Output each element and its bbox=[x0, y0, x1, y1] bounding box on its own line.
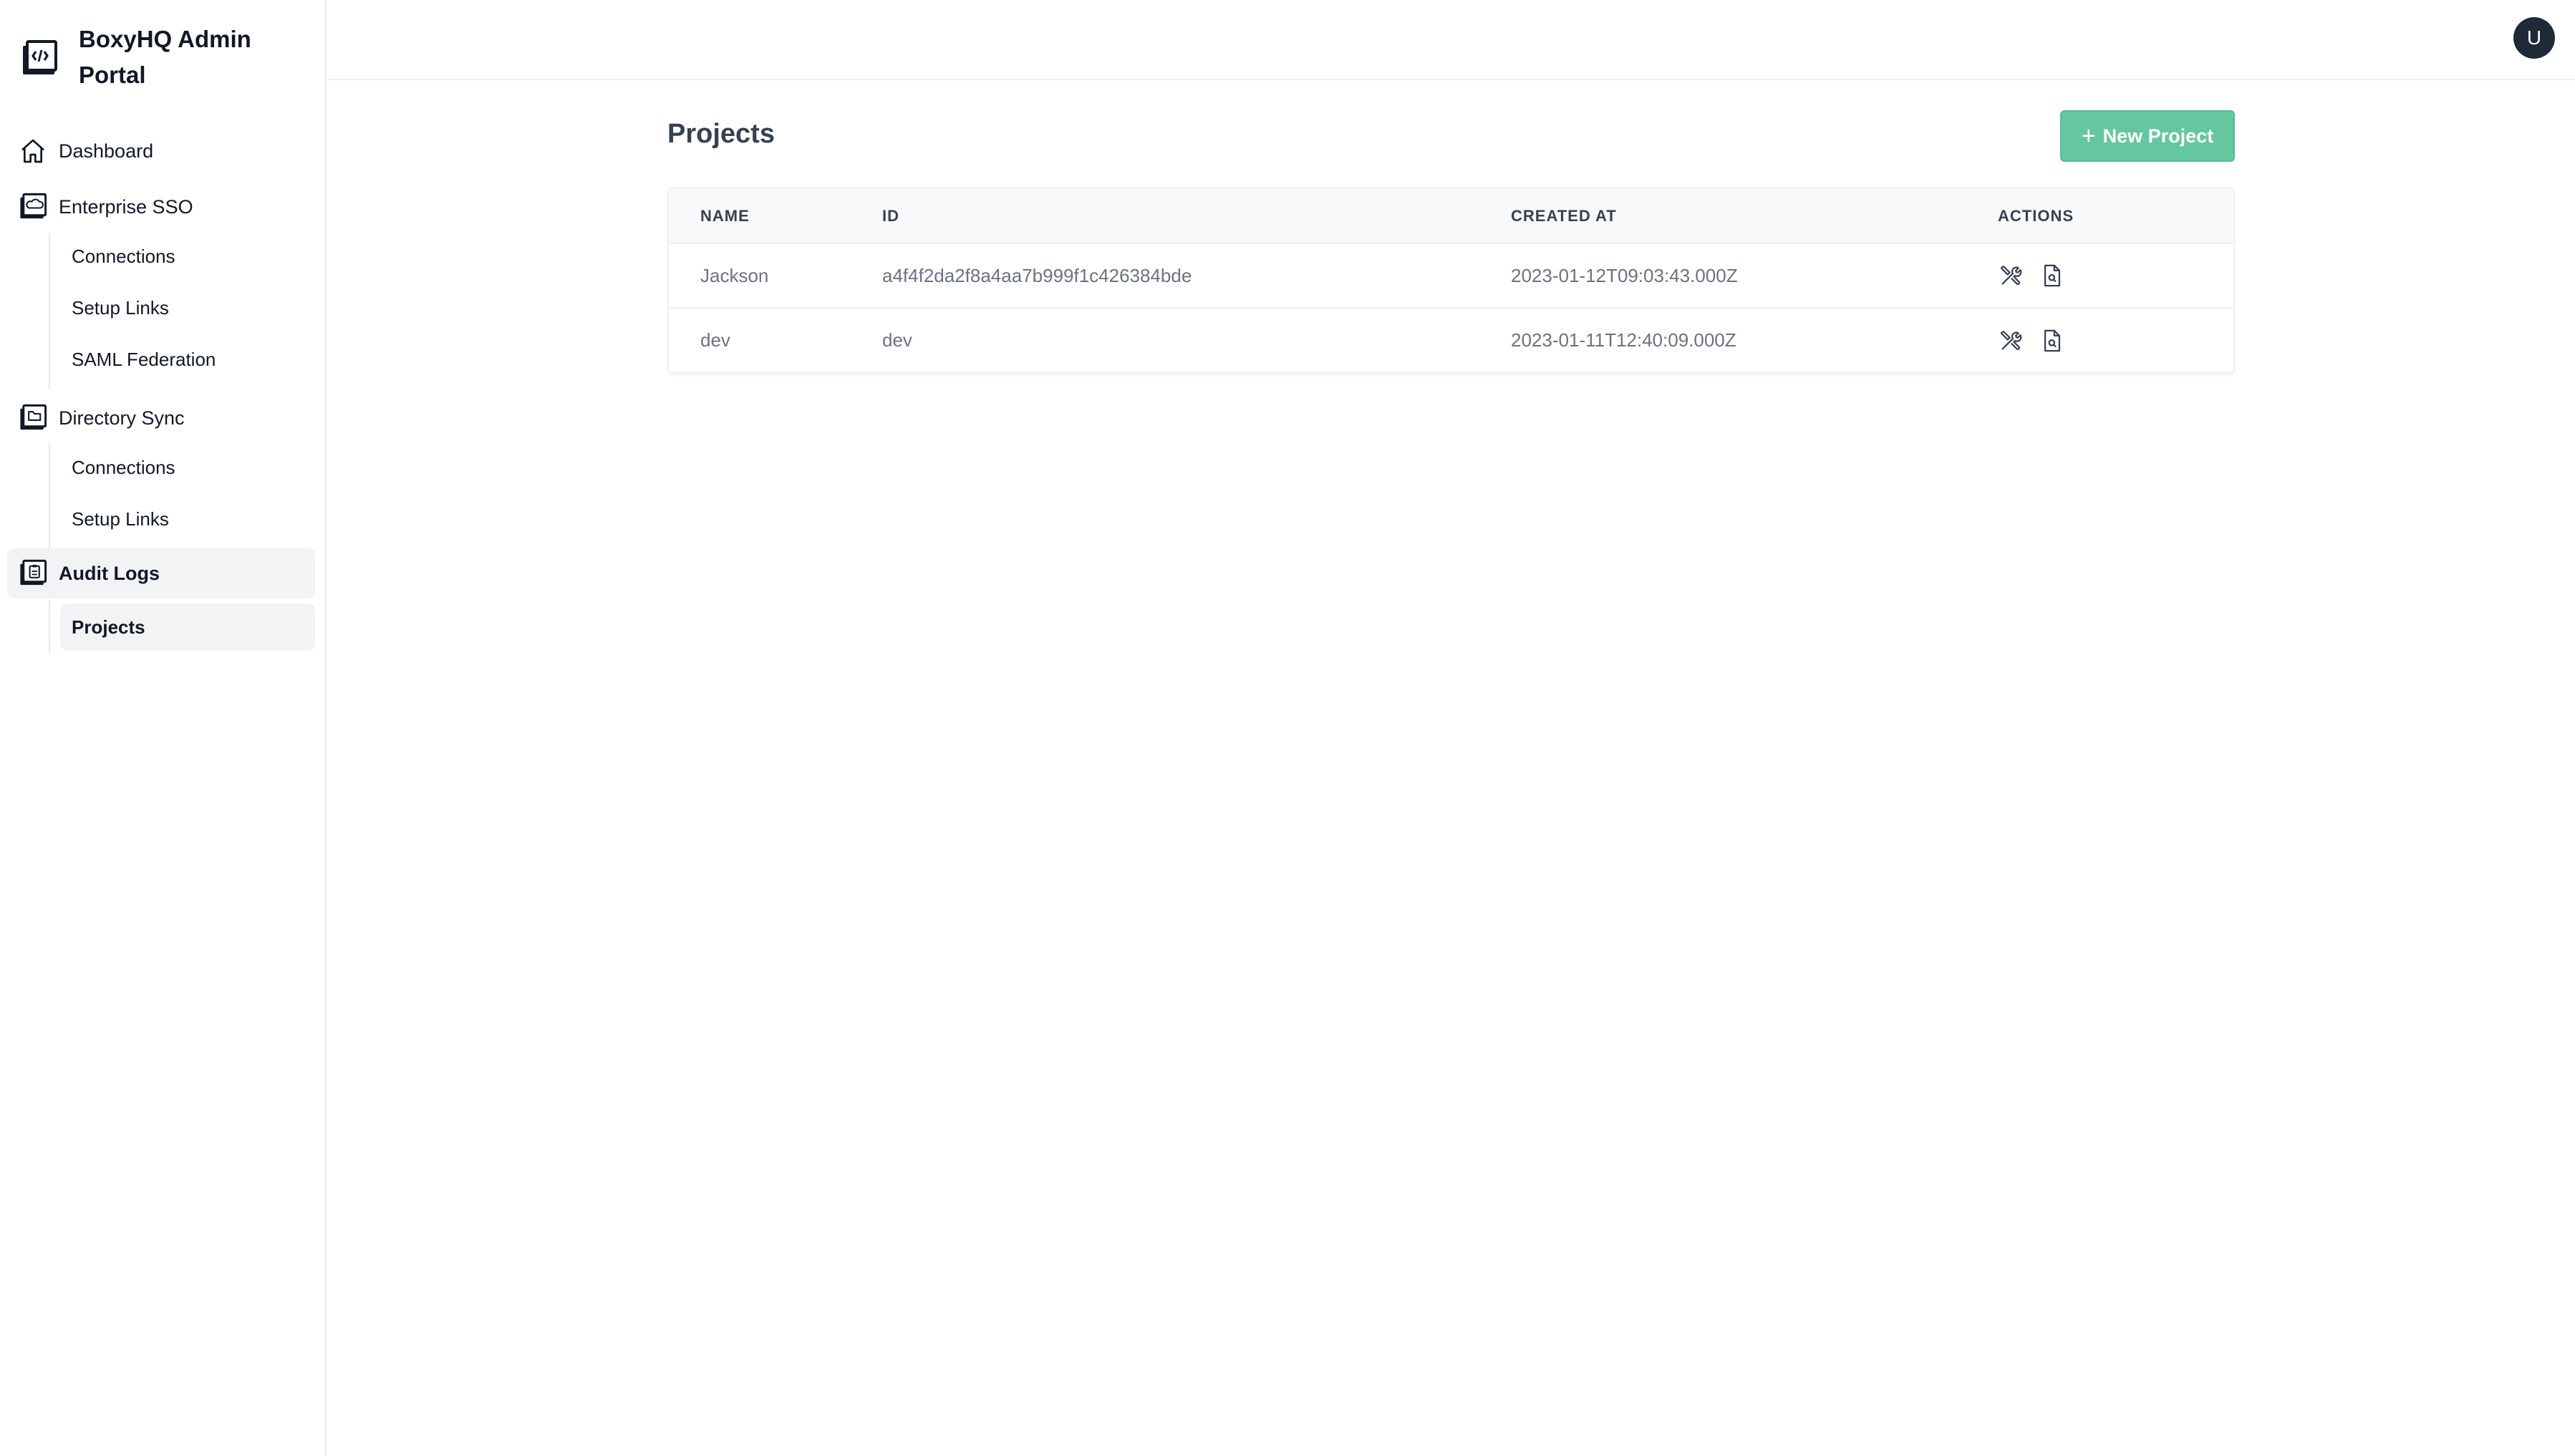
new-project-button[interactable]: + New Project bbox=[2060, 110, 2235, 162]
sidebar-item-dsync-connections[interactable]: Connections bbox=[60, 444, 315, 491]
sidebar-item-sso-connections[interactable]: Connections bbox=[60, 233, 315, 280]
document-search-icon[interactable] bbox=[2039, 328, 2065, 354]
folder-box-icon bbox=[17, 402, 49, 434]
sidebar-item-directory-sync[interactable]: Directory Sync bbox=[7, 393, 315, 443]
sidebar: BoxyHQ Admin Portal Dashboard Enterprise… bbox=[0, 0, 327, 1456]
sidebar-subitem-label: Projects bbox=[72, 616, 145, 638]
user-avatar[interactable]: U bbox=[2513, 17, 2555, 59]
sidebar-subnav-line bbox=[49, 600, 50, 653]
plus-icon: + bbox=[2081, 122, 2096, 150]
sidebar-subitem-label: Connections bbox=[72, 245, 175, 267]
projects-table: NAME ID CREATED AT ACTIONS Jackson a4f4f… bbox=[667, 188, 2235, 374]
sidebar-item-dashboard[interactable]: Dashboard bbox=[7, 126, 315, 176]
sidebar-item-dsync-setup-links[interactable]: Setup Links bbox=[60, 495, 315, 543]
sidebar-item-label: Directory Sync bbox=[59, 407, 185, 429]
new-project-label: New Project bbox=[2102, 125, 2214, 147]
brand[interactable]: BoxyHQ Admin Portal bbox=[17, 21, 294, 93]
column-header-created-at: CREATED AT bbox=[1511, 206, 1617, 225]
cell-id: dev bbox=[882, 329, 912, 351]
cell-name: Jackson bbox=[700, 264, 769, 286]
column-header-actions: ACTIONS bbox=[1998, 206, 2074, 225]
sidebar-subitem-label: Connections bbox=[72, 456, 175, 478]
sidebar-subitem-label: Setup Links bbox=[72, 296, 169, 319]
tools-icon[interactable] bbox=[1998, 263, 2024, 288]
cell-created-at: 2023-01-12T09:03:43.000Z bbox=[1511, 264, 1738, 286]
sidebar-item-label: Dashboard bbox=[59, 140, 154, 162]
sidebar-subnav-line bbox=[49, 444, 50, 548]
sidebar-item-projects[interactable]: Projects bbox=[60, 603, 315, 651]
sidebar-item-audit-logs[interactable]: Audit Logs bbox=[7, 548, 315, 598]
home-icon bbox=[17, 135, 49, 167]
brand-title: BoxyHQ Admin Portal bbox=[79, 26, 251, 88]
page-title: Projects bbox=[667, 119, 775, 149]
top-bar: U bbox=[328, 0, 2575, 80]
cell-created-at: 2023-01-11T12:40:09.000Z bbox=[1511, 329, 1736, 351]
tools-icon[interactable] bbox=[1998, 328, 2024, 354]
cell-actions bbox=[1998, 243, 2233, 308]
sidebar-subitem-label: SAML Federation bbox=[72, 348, 216, 370]
clipboard-box-icon bbox=[17, 558, 49, 589]
table-row: dev dev 2023-01-11T12:40:09.000Z bbox=[669, 308, 2233, 372]
column-header-id: ID bbox=[882, 206, 899, 225]
sidebar-subnav-line bbox=[49, 233, 50, 389]
code-box-icon bbox=[17, 37, 60, 80]
column-header-name: NAME bbox=[700, 206, 750, 225]
table-row: Jackson a4f4f2da2f8a4aa7b999f1c426384bde… bbox=[669, 243, 2233, 308]
table-header-row: NAME ID CREATED AT ACTIONS bbox=[669, 189, 2233, 243]
sidebar-item-sso-setup-links[interactable]: Setup Links bbox=[60, 284, 315, 331]
sidebar-item-label: Audit Logs bbox=[59, 562, 160, 584]
cloud-box-icon bbox=[17, 191, 49, 223]
sidebar-subitem-label: Setup Links bbox=[72, 508, 169, 530]
sidebar-item-enterprise-sso[interactable]: Enterprise SSO bbox=[7, 182, 315, 232]
cell-name: dev bbox=[700, 329, 730, 351]
sidebar-item-saml-federation[interactable]: SAML Federation bbox=[60, 336, 315, 383]
document-search-icon[interactable] bbox=[2039, 263, 2065, 288]
sidebar-item-label: Enterprise SSO bbox=[59, 195, 193, 218]
cell-id: a4f4f2da2f8a4aa7b999f1c426384bde bbox=[882, 264, 1192, 286]
cell-actions bbox=[1998, 308, 2233, 372]
